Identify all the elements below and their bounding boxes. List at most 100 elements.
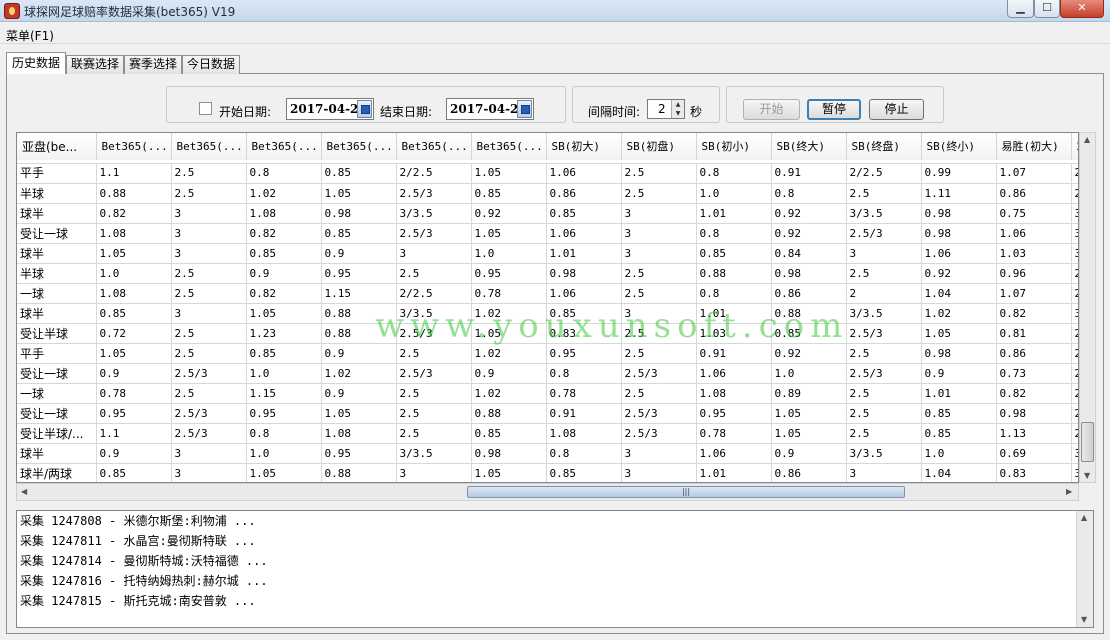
table-row[interactable]: 受让半球/... 1.1 2.5/3 0.8 1.08 2.5 0.85 1.08 2.5/3 0…: [17, 423, 1078, 444]
scroll-right-icon[interactable]: ▶: [1066, 487, 1072, 496]
table-row[interactable]: 平手 1.1 2.5 0.8 0.85 2/2.5 1.05 1.06 2.5 0.8 0.91 2/…: [17, 163, 1078, 184]
interval-value: 2: [658, 102, 666, 116]
scroll-up-icon[interactable]: ▲: [1081, 513, 1087, 522]
table-cell: 0.85: [321, 223, 397, 244]
table-cell: 3: [621, 443, 697, 464]
table-row[interactable]: 球半 0.9 3 1.0 0.95 3/3.5 0.98 0.8 3 1.06 0.9 3/3.5 1.…: [17, 443, 1078, 464]
table-cell: 0.9: [321, 383, 397, 404]
log-panel[interactable]: 采集 1247808 - 米德尔斯堡:利物浦 ... 采集 1247811 - …: [16, 510, 1094, 628]
start-date-checkbox[interactable]: [199, 102, 212, 115]
table-cell: 1.0: [96, 263, 172, 284]
column-header[interactable]: 易胜(初大): [996, 133, 1072, 161]
menu-item-main[interactable]: 菜单(F1): [6, 27, 54, 44]
table-cell: 0.86: [546, 183, 622, 204]
table-cell: 2/2.5: [396, 283, 472, 304]
vertical-scroll-thumb[interactable]: [1081, 422, 1094, 462]
table-cell: 2.5/3: [171, 423, 247, 444]
end-date-picker[interactable]: 2017-04-24: [446, 98, 534, 120]
table-cell: 0.88: [471, 403, 547, 424]
column-header[interactable]: SB(终盘): [846, 133, 922, 161]
table-cell: 0.9: [96, 363, 172, 384]
header-row: 亚盘(be... Bet365(... Bet365(... Bet365(... Be…: [17, 133, 1078, 161]
column-header[interactable]: 亚盘(be...: [17, 133, 97, 161]
table-cell: 球半: [17, 303, 97, 324]
table-row[interactable]: 受让一球 0.95 2.5/3 0.95 1.05 2.5 0.88 0.91 2.5/3 0.9…: [17, 403, 1078, 424]
table-cell: 0.95: [696, 403, 772, 424]
table-cell: 2.5: [621, 343, 697, 364]
table-cell: 0.95: [321, 263, 397, 284]
table-cell: 1.08: [321, 423, 397, 444]
scroll-down-icon[interactable]: ▼: [1081, 615, 1087, 624]
table-cell: 3: [1071, 243, 1078, 264]
table-cell: 2.5: [621, 383, 697, 404]
table-cell: 1.04: [921, 463, 997, 482]
spinner-arrows-icon[interactable]: ▲ ▼: [671, 100, 684, 118]
table-cell: 0.75: [996, 203, 1072, 224]
table-row[interactable]: 平手 1.05 2.5 0.85 0.9 2.5 1.02 0.95 2.5 0.91 0.92 2.…: [17, 343, 1078, 364]
column-header[interactable]: 2: [1071, 133, 1078, 161]
table-cell: 2: [1071, 363, 1078, 384]
table-cell: 0.86: [771, 463, 847, 482]
horizontal-scrollbar[interactable]: ◀ ||| ▶: [16, 483, 1079, 501]
table-cell: 0.83: [996, 463, 1072, 482]
column-header[interactable]: Bet365(...: [171, 133, 247, 161]
start-button[interactable]: 开始: [743, 99, 800, 120]
table-cell: 球半: [17, 203, 97, 224]
table-cell: 0.92: [921, 263, 997, 284]
table-cell: 2: [1071, 383, 1078, 404]
start-date-picker[interactable]: 2017-04-23: [286, 98, 374, 120]
table-cell: 2: [1071, 183, 1078, 204]
vertical-scrollbar[interactable]: ▲ ▼: [1079, 132, 1096, 483]
table-cell: 0.9: [921, 363, 997, 384]
table-cell: 1.08: [696, 383, 772, 404]
tab-today[interactable]: 今日数据: [182, 55, 240, 74]
interval-spinner[interactable]: 2 ▲ ▼: [647, 99, 685, 119]
table-cell: 1.0: [471, 243, 547, 264]
table-cell: 1.01: [696, 463, 772, 482]
table-cell: 0.82: [96, 203, 172, 224]
log-scrollbar[interactable]: ▲ ▼: [1076, 511, 1093, 627]
table-cell: 3: [621, 243, 697, 264]
tab-history[interactable]: 历史数据: [6, 52, 66, 74]
scroll-up-icon[interactable]: ▲: [1084, 135, 1090, 144]
table-row[interactable]: 受让一球 1.08 3 0.82 0.85 2.5/3 1.05 1.06 3 0.8 0.92 2.…: [17, 223, 1078, 244]
table-cell: 3: [1071, 463, 1078, 482]
table-row[interactable]: 一球 1.08 2.5 0.82 1.15 2/2.5 0.78 1.06 2.5 0.8 0.86…: [17, 283, 1078, 304]
column-header[interactable]: SB(终大): [771, 133, 847, 161]
minimize-button[interactable]: ▁: [1007, 0, 1034, 18]
horizontal-scroll-thumb[interactable]: |||: [467, 486, 905, 498]
column-header[interactable]: SB(终小): [921, 133, 997, 161]
log-line: 采集 1247811 - 水晶宫:曼彻斯特联 ...: [20, 534, 256, 548]
scroll-down-icon[interactable]: ▼: [1084, 471, 1090, 480]
column-header[interactable]: SB(初小): [696, 133, 772, 161]
table-row[interactable]: 球半/两球 0.85 3 1.05 0.88 3 1.05 0.85 3 1.01 0.86 3 1.0…: [17, 463, 1078, 482]
column-header[interactable]: Bet365(...: [471, 133, 547, 161]
table-cell: 0.85: [471, 423, 547, 444]
table-cell: 0.73: [996, 363, 1072, 384]
table-row[interactable]: 球半 0.82 3 1.08 0.98 3/3.5 0.92 0.85 3 1.01 0.92 3/3…: [17, 203, 1078, 224]
maximize-button[interactable]: ☐: [1034, 0, 1060, 18]
tab-league[interactable]: 联赛选择: [66, 55, 124, 74]
tab-season[interactable]: 赛季选择: [124, 55, 182, 74]
scroll-left-icon[interactable]: ◀: [21, 487, 27, 496]
stop-button[interactable]: 停止: [869, 99, 924, 120]
table-row[interactable]: 球半 1.05 3 0.85 0.9 3 1.0 1.01 3 0.85 0.84 3 1.06 1.03…: [17, 243, 1078, 264]
table-row[interactable]: 受让一球 0.9 2.5/3 1.0 1.02 2.5/3 0.9 0.8 2.5/3 1.06 1…: [17, 363, 1078, 384]
column-header[interactable]: Bet365(...: [96, 133, 172, 161]
calendar-icon[interactable]: [357, 100, 372, 118]
close-button[interactable]: ✕: [1060, 0, 1104, 18]
table-cell: 2.5: [171, 183, 247, 204]
table-row[interactable]: 一球 0.78 2.5 1.15 0.9 2.5 1.02 0.78 2.5 1.08 0.89 2.…: [17, 383, 1078, 404]
column-header[interactable]: SB(初盘): [621, 133, 697, 161]
table-cell: 0.88: [696, 263, 772, 284]
column-header[interactable]: Bet365(...: [396, 133, 472, 161]
table-cell: 0.84: [771, 243, 847, 264]
table-cell: 1.05: [771, 403, 847, 424]
calendar-icon[interactable]: [517, 100, 532, 118]
column-header[interactable]: Bet365(...: [321, 133, 397, 161]
column-header[interactable]: Bet365(...: [246, 133, 322, 161]
pause-button[interactable]: 暂停: [807, 99, 861, 120]
table-row[interactable]: 半球 0.88 2.5 1.02 1.05 2.5/3 0.85 0.86 2.5 1.0 0.8 2…: [17, 183, 1078, 204]
table-row[interactable]: 半球 1.0 2.5 0.9 0.95 2.5 0.95 0.98 2.5 0.88 0.98 2.5…: [17, 263, 1078, 284]
column-header[interactable]: SB(初大): [546, 133, 622, 161]
